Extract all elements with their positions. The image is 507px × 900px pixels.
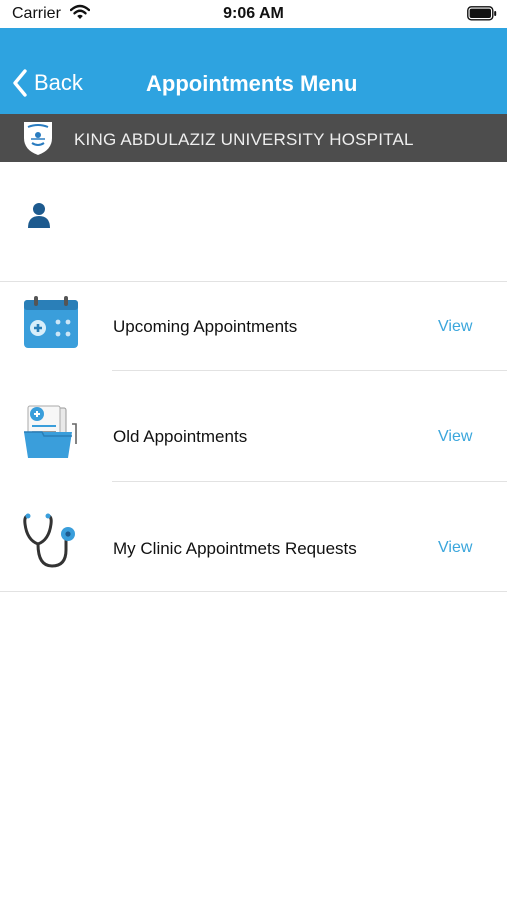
- person-icon: [27, 202, 51, 233]
- menu-item-label: My Clinic Appointmets Requests: [113, 539, 357, 558]
- menu-item-old-appointments[interactable]: Old Appointments View: [0, 372, 507, 482]
- hospital-name: KING ABDULAZIZ UNIVERSITY HOSPITAL: [74, 130, 414, 149]
- stethoscope-icon: [22, 512, 80, 577]
- medical-folder-icon: [22, 402, 80, 465]
- hospital-banner: KING ABDULAZIZ UNIVERSITY HOSPITAL: [0, 114, 507, 162]
- back-label: Back: [34, 70, 83, 95]
- hospital-logo-icon: [20, 119, 56, 162]
- battery-icon: [467, 6, 497, 21]
- view-link[interactable]: View: [438, 428, 472, 446]
- divider: [0, 591, 507, 592]
- back-button[interactable]: Back: [12, 68, 83, 98]
- status-bar: Carrier 9:06 AM: [0, 0, 507, 28]
- chevron-left-icon: [12, 69, 28, 97]
- page-title: Appointments Menu: [146, 71, 358, 96]
- menu-item-clinic-appointment-requests[interactable]: My Clinic Appointmets Requests View: [0, 482, 507, 592]
- view-link[interactable]: View: [438, 539, 472, 557]
- navigation-bar: Back Appointments Menu: [0, 28, 507, 114]
- profile-section: [0, 162, 507, 282]
- menu-item-label: Upcoming Appointments: [113, 317, 298, 336]
- divider: [112, 370, 507, 371]
- menu-item-label: Old Appointments: [113, 427, 248, 446]
- view-link[interactable]: View: [438, 318, 472, 336]
- status-time: 9:06 AM: [223, 5, 284, 22]
- calendar-icon: [22, 296, 80, 355]
